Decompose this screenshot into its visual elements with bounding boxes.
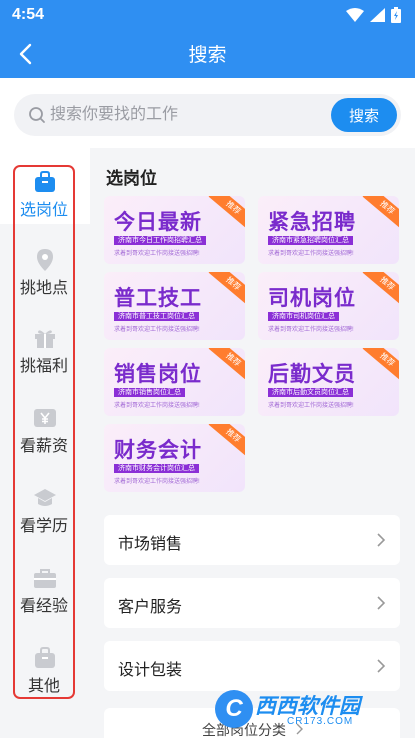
sidebar-item-location[interactable]: 挑地点 [14, 244, 74, 322]
sidebar-item-select-position[interactable]: 选岗位 [14, 166, 74, 244]
graduation-cap-icon [34, 489, 56, 506]
yen-icon [34, 409, 56, 427]
sidebar-item-salary[interactable]: 看薪资 [14, 402, 74, 480]
card-title: 今日最新 [114, 211, 202, 234]
sidebar-item-label: 看学历 [19, 518, 68, 535]
job-card-urgent[interactable]: 紧急招聘 济南市紧急招聘岗位汇总 求着到哥欢迎工作岗接送强招聘! 推荐 [258, 196, 399, 264]
card-subtitle: 求着到哥欢迎工作岗接送强招聘! [268, 327, 354, 333]
card-title: 紧急招聘 [268, 211, 356, 234]
sidebar-item-label: 看薪资 [19, 438, 68, 455]
watermark-logo: C [215, 690, 253, 728]
card-subtitle: 求着到哥欢迎工作岗接送强招聘! [114, 327, 200, 333]
toolbox-icon [34, 569, 56, 588]
battery-icon [391, 7, 401, 23]
job-card-sales[interactable]: 销售岗位 济南市销售岗位汇总 求着到哥欢迎工作岗接送强招聘! 推荐 [104, 348, 245, 416]
sidebar-item-other[interactable]: 其他 [14, 642, 74, 720]
card-subtitle: 求着到哥欢迎工作岗接送强招聘! [114, 251, 200, 257]
job-card-driver[interactable]: 司机岗位 济南市司机岗位汇总 求着到哥欢迎工作岗接送强招聘! 推荐 [258, 272, 399, 340]
card-title: 财务会计 [114, 439, 202, 462]
recommend-badge: 推荐 [208, 348, 245, 383]
search-button[interactable]: 搜索 [331, 98, 397, 132]
status-time: 4:54 [12, 6, 45, 23]
status-bar: 4:54 [0, 0, 415, 30]
job-card-today-latest[interactable]: 今日最新 济南市今日工作岗招聘汇总 求着到哥欢迎工作岗接送强招聘! 推荐 [104, 196, 245, 264]
card-banner: 济南市后勤文员岗位汇总 [268, 388, 353, 397]
search-icon [29, 107, 45, 123]
job-card-general-worker[interactable]: 普工技工 济南市普工技工岗位汇总 求着到哥欢迎工作岗接送强招聘! 推荐 [104, 272, 245, 340]
section-title: 选岗位 [106, 169, 157, 188]
nav-bar: 搜索 [0, 30, 415, 78]
top-bar: 4:54 搜索 [0, 0, 415, 78]
recommend-badge: 推荐 [362, 348, 399, 383]
category-row-customer-service[interactable]: 客户服务 [104, 578, 400, 628]
card-title: 司机岗位 [268, 287, 356, 310]
card-title: 普工技工 [114, 287, 202, 310]
sidebar-item-experience[interactable]: 看经验 [14, 562, 74, 640]
recommend-badge: 推荐 [208, 424, 245, 459]
location-pin-icon [37, 249, 53, 271]
sidebar-item-label: 挑地点 [19, 280, 68, 297]
row-label: 设计包装 [118, 662, 183, 679]
sidebar-item-label: 选岗位 [19, 202, 68, 219]
wifi-icon [346, 8, 364, 22]
row-label: 市场销售 [118, 536, 183, 553]
chevron-right-icon [377, 596, 386, 610]
category-row-design-packaging[interactable]: 设计包装 [104, 641, 400, 691]
search-box: 搜索 [14, 94, 401, 136]
chevron-right-icon [377, 533, 386, 547]
recommend-badge: 推荐 [362, 196, 399, 231]
sidebar-item-label: 其他 [27, 678, 60, 695]
card-subtitle: 求着到哥欢迎工作岗接送强招聘! [268, 403, 354, 409]
bag-icon [35, 647, 55, 668]
watermark-url: CR173.COM [287, 716, 354, 727]
page-title: 搜索 [188, 45, 227, 66]
search-input[interactable] [50, 94, 330, 136]
card-banner: 济南市紧急招聘岗位汇总 [268, 236, 353, 245]
card-title: 后勤文员 [268, 363, 356, 386]
row-label: 客户服务 [118, 599, 183, 616]
sidebar-item-benefits[interactable]: 挑福利 [14, 322, 74, 400]
chevron-right-icon [377, 659, 386, 673]
card-banner: 济南市今日工作岗招聘汇总 [114, 236, 206, 245]
sidebar-item-label: 看经验 [19, 598, 68, 615]
signal-icon [370, 8, 385, 22]
gift-icon [35, 330, 55, 348]
card-banner: 济南市普工技工岗位汇总 [114, 312, 199, 321]
card-banner: 济南市司机岗位汇总 [268, 312, 339, 321]
card-subtitle: 求着到哥欢迎工作岗接送强招聘! [268, 251, 354, 257]
recommend-badge: 推荐 [208, 272, 245, 307]
card-title: 销售岗位 [114, 363, 202, 386]
category-row-marketing-sales[interactable]: 市场销售 [104, 515, 400, 565]
watermark: C 西西软件园 CR173.COM [215, 688, 397, 732]
briefcase-icon [35, 171, 55, 192]
card-banner: 济南市财务会计岗位汇总 [114, 464, 199, 473]
job-card-finance[interactable]: 财务会计 济南市财务会计岗位汇总 求着到哥欢迎工作岗接送强招聘! 推荐 [104, 424, 245, 492]
recommend-badge: 推荐 [208, 196, 245, 231]
sidebar-item-education[interactable]: 看学历 [14, 482, 74, 560]
sidebar-item-label: 挑福利 [19, 358, 68, 375]
job-card-logistics-clerk[interactable]: 后勤文员 济南市后勤文员岗位汇总 求着到哥欢迎工作岗接送强招聘! 推荐 [258, 348, 399, 416]
card-subtitle: 求着到哥欢迎工作岗接送强招聘! [114, 479, 200, 485]
recommend-badge: 推荐 [362, 272, 399, 307]
search-section: 搜索 [0, 78, 415, 148]
card-subtitle: 求着到哥欢迎工作岗接送强招聘! [114, 403, 200, 409]
card-banner: 济南市销售岗位汇总 [114, 388, 185, 397]
